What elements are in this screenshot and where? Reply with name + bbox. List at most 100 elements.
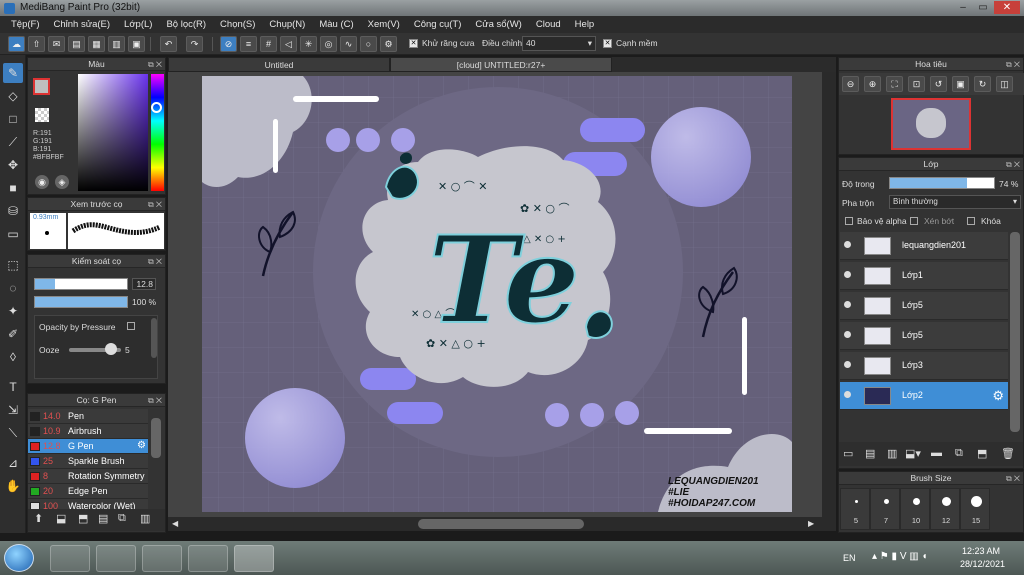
visibility-eye-icon[interactable] xyxy=(844,331,851,338)
language-indicator[interactable]: EN xyxy=(843,553,856,563)
brush-size-cell[interactable]: 5 xyxy=(840,488,870,530)
radial-snap-icon[interactable]: ✳ xyxy=(300,36,317,52)
layer-settings-gear-icon[interactable]: ⚙ xyxy=(992,388,1004,404)
grid-snap-icon[interactable]: # xyxy=(260,36,277,52)
visibility-eye-icon[interactable] xyxy=(844,241,851,248)
eraser-tool-icon[interactable]: ◇ xyxy=(3,86,23,106)
tray-icons[interactable]: ▴ ⚑ ▮ V ▥ ◖ xyxy=(872,551,928,562)
menu-layer[interactable]: Lớp(L) xyxy=(117,16,159,33)
menu-select[interactable]: Chọn(S) xyxy=(213,16,262,33)
panel-popout-icon[interactable]: ⧉ ✕ xyxy=(148,198,162,211)
new-page-icon[interactable]: ▤ xyxy=(68,36,85,52)
layer-row[interactable]: Lớp1 xyxy=(840,262,1008,290)
brush-item[interactable]: 8 Rotation Symmetry xyxy=(28,469,148,484)
menu-color[interactable]: Màu (C) xyxy=(312,16,360,33)
brush-size-cell[interactable]: 10 xyxy=(900,488,930,530)
move-tool-icon[interactable]: ✥ xyxy=(3,155,23,175)
brush-item[interactable]: 25 Sparkle Brush xyxy=(28,454,148,469)
visibility-eye-icon[interactable] xyxy=(844,361,851,368)
canvas-area[interactable]: ✕ ○ ⌒ ✕ ✿ ✕ ○ ⌒ △ ✕ ○ + ✕ ○ △ ⌒ ✕ ✿ ✕ △ … xyxy=(168,72,836,517)
new-8bit-layer-icon[interactable]: ▥ xyxy=(887,447,897,460)
visibility-eye-icon[interactable] xyxy=(844,271,851,278)
upload-icon[interactable]: ⇧ xyxy=(28,36,45,52)
brush-copy-icon[interactable]: ▤ xyxy=(98,512,108,525)
color-add-icon[interactable]: ◈ xyxy=(55,175,69,189)
brush-size-cell[interactable]: 15 xyxy=(960,488,990,530)
layer-folder-icon[interactable]: ▬ xyxy=(931,447,942,459)
zoom-in-icon[interactable]: ⊕ xyxy=(864,76,881,92)
layer-row[interactable]: Lớp5 xyxy=(840,292,1008,320)
hue-slider[interactable] xyxy=(151,74,164,191)
rotate-right-icon[interactable]: ↻ xyxy=(974,76,991,92)
new-halftone-layer-icon[interactable]: ▤ xyxy=(865,447,875,460)
page-icon[interactable]: ▦ xyxy=(88,36,105,52)
lasso-tool-icon[interactable]: ◌ xyxy=(3,278,23,298)
magic-wand-icon[interactable]: ✦ xyxy=(3,301,23,321)
select-eraser-icon[interactable]: ◊ xyxy=(3,347,23,367)
ooze-handle[interactable] xyxy=(105,343,117,355)
primary-color-swatch[interactable] xyxy=(33,78,50,95)
delete-layer-icon[interactable]: 🗑 xyxy=(1001,447,1015,460)
brush-item[interactable]: 14.0 Pen xyxy=(28,409,148,424)
perspective-snap-icon[interactable]: ◁ xyxy=(280,36,297,52)
fit-icon[interactable]: ⛶ xyxy=(886,76,903,92)
clip-checkbox[interactable] xyxy=(910,217,918,225)
panel-popout-icon[interactable]: ⧉ ✕ xyxy=(1006,58,1020,71)
ellipse-snap-icon[interactable]: ○ xyxy=(360,36,377,52)
brush-list-scrollbar[interactable] xyxy=(151,418,161,458)
new-layer-icon[interactable]: ▭ xyxy=(843,447,853,460)
menu-filter[interactable]: Bộ lọc(R) xyxy=(159,16,213,33)
full-icon[interactable]: ▣ xyxy=(952,76,969,92)
redo-icon[interactable]: ↷ xyxy=(186,36,203,52)
rotate-left-icon[interactable]: ↺ xyxy=(930,76,947,92)
horizontal-scroll-thumb[interactable] xyxy=(418,519,584,529)
app-taskbar-icon[interactable] xyxy=(142,545,182,572)
chrome-taskbar-icon[interactable] xyxy=(188,545,228,572)
operation-tool-icon[interactable]: ⇲ xyxy=(3,400,23,420)
text-tool-icon[interactable]: T xyxy=(3,377,23,397)
menu-cloud[interactable]: Cloud xyxy=(529,16,568,33)
canvas-horizontal-scrollbar[interactable]: ◀ ▶ xyxy=(168,517,836,531)
grid-page-icon[interactable]: ▥ xyxy=(108,36,125,52)
minimize-button[interactable]: – xyxy=(954,1,972,14)
brush-settings-icon[interactable]: ⬒ xyxy=(78,512,88,525)
blend-select[interactable]: Bình thường ▾ xyxy=(889,195,1021,209)
actual-size-icon[interactable]: ⊡ xyxy=(908,76,925,92)
layer-row[interactable]: Lớp3 xyxy=(840,352,1008,380)
divide-tool-icon[interactable]: ⟍ xyxy=(3,423,23,443)
panel-popout-icon[interactable]: ⧉ ✕ xyxy=(148,255,162,268)
gradient-tool-icon[interactable]: ▭ xyxy=(3,224,23,244)
flip-icon[interactable]: ◫ xyxy=(996,76,1013,92)
duplicate-layer-icon[interactable]: ⧉ xyxy=(955,447,963,460)
palette-icon[interactable]: ◉ xyxy=(35,175,49,189)
medibang-taskbar-icon[interactable] xyxy=(234,545,274,572)
tab-cloud-untitled[interactable]: [cloud] UNTITLED:r27+ xyxy=(390,57,612,72)
protect-alpha-checkbox[interactable] xyxy=(845,217,853,225)
start-button-icon[interactable] xyxy=(4,544,34,572)
layer-list-scrollbar[interactable] xyxy=(1010,232,1020,432)
lock-checkbox[interactable] xyxy=(967,217,975,225)
artwork[interactable]: ✕ ○ ⌒ ✕ ✿ ✕ ○ ⌒ △ ✕ ○ + ✕ ○ △ ⌒ ✕ ✿ ✕ △ … xyxy=(168,72,836,517)
line-tool-icon[interactable]: ⟋ xyxy=(3,132,23,152)
gear-icon[interactable]: ⚙ xyxy=(137,440,146,451)
layer-opacity-slider[interactable] xyxy=(889,177,995,189)
adjust-select[interactable]: 40 xyxy=(522,36,596,51)
panel-popout-icon[interactable]: ⧉ ✕ xyxy=(148,394,162,407)
media-player-taskbar-icon[interactable] xyxy=(96,545,136,572)
brush-size-slider[interactable] xyxy=(34,278,128,290)
scroll-right-icon[interactable]: ▶ xyxy=(808,519,814,528)
close-button[interactable]: ✕ xyxy=(994,1,1020,14)
visibility-eye-icon[interactable] xyxy=(844,391,851,398)
curve-snap-icon[interactable]: ∿ xyxy=(340,36,357,52)
menu-help[interactable]: Help xyxy=(568,16,602,33)
scroll-left-icon[interactable]: ◀ xyxy=(172,519,178,528)
undo-icon[interactable]: ↶ xyxy=(160,36,177,52)
layer-row[interactable]: lequangdien201 xyxy=(840,232,1008,260)
panel-icon[interactable]: ▣ xyxy=(128,36,145,52)
snap-off-icon[interactable]: ⊘ xyxy=(220,36,237,52)
brush-size-cell[interactable]: 7 xyxy=(870,488,900,530)
parallel-snap-icon[interactable]: ≡ xyxy=(240,36,257,52)
panel-popout-icon[interactable]: ⧉ ✕ xyxy=(1006,472,1020,485)
select-pen-icon[interactable]: ✐ xyxy=(3,324,23,344)
brush-item[interactable]: 12.8 G Pen ⚙ xyxy=(28,439,148,454)
